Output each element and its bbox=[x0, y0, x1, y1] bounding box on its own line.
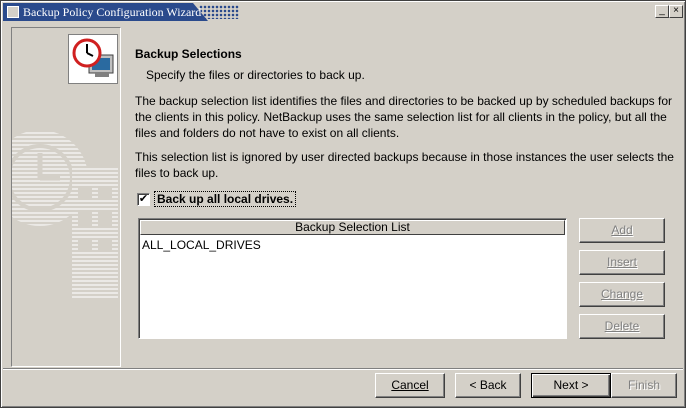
add-button[interactable]: Add bbox=[579, 218, 665, 243]
backup-selection-list[interactable]: Backup Selection List ALL_LOCAL_DRIVES bbox=[138, 218, 567, 339]
change-button-label: Change bbox=[600, 287, 644, 301]
insert-button-label: Insert bbox=[606, 255, 637, 269]
window-menu-icon[interactable] bbox=[7, 6, 19, 18]
finish-button-label: Finish bbox=[627, 378, 660, 392]
finish-button[interactable]: Finish bbox=[611, 373, 677, 398]
title-bar[interactable]: Backup Policy Configuration Wizard _ × bbox=[3, 3, 683, 21]
next-button-label: Next > bbox=[553, 378, 589, 392]
wizard-banner bbox=[11, 27, 121, 367]
cancel-button[interactable]: Cancel bbox=[375, 373, 445, 398]
minimize-button[interactable]: _ bbox=[655, 5, 669, 18]
back-button[interactable]: < Back bbox=[455, 373, 521, 398]
insert-button[interactable]: Insert bbox=[579, 250, 665, 275]
page-title: Backup Selections bbox=[135, 47, 242, 61]
list-item[interactable]: ALL_LOCAL_DRIVES bbox=[142, 238, 261, 252]
next-button[interactable]: Next > bbox=[531, 373, 611, 398]
wizard-window: Backup Policy Configuration Wizard _ × B… bbox=[0, 0, 686, 408]
title-dots bbox=[199, 5, 239, 19]
window-title: Backup Policy Configuration Wizard bbox=[23, 5, 202, 19]
add-button-label: Add bbox=[611, 223, 633, 237]
page-subtitle: Specify the files or directories to back… bbox=[146, 68, 365, 82]
close-button[interactable]: × bbox=[669, 5, 683, 18]
description-paragraph: The backup selection list identifies the… bbox=[135, 94, 672, 140]
delete-button[interactable]: Delete bbox=[579, 314, 665, 339]
list-column-header[interactable]: Backup Selection List bbox=[140, 220, 565, 235]
backup-all-drives-option[interactable]: ✔ Back up all local drives. bbox=[137, 191, 297, 207]
change-button[interactable]: Change bbox=[579, 282, 665, 307]
clock-computer-icon bbox=[68, 34, 118, 84]
clock-backdrop-art bbox=[12, 130, 118, 298]
backup-all-drives-label[interactable]: Back up all local drives. bbox=[154, 191, 297, 207]
backup-all-drives-checkbox[interactable]: ✔ bbox=[137, 192, 150, 206]
cancel-button-label: Cancel bbox=[391, 378, 429, 392]
footer-divider bbox=[3, 368, 683, 370]
note-paragraph: This selection list is ignored by user d… bbox=[135, 150, 674, 180]
back-button-label: < Back bbox=[469, 378, 507, 392]
delete-button-label: Delete bbox=[604, 319, 640, 333]
